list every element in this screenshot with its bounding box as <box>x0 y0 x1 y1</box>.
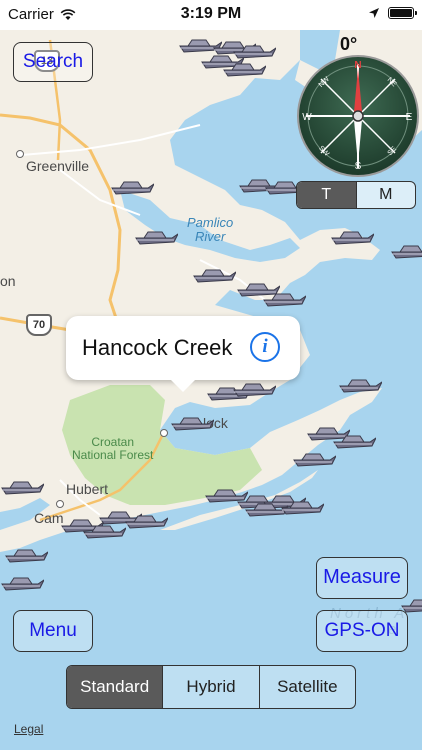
spot-callout[interactable]: Hancock Creek i <box>66 316 300 392</box>
boat-marker-icon[interactable] <box>4 546 48 564</box>
park-croatan-line2: National Forest <box>72 448 154 462</box>
map-type-hybrid[interactable]: Hybrid <box>162 666 258 708</box>
greenville-marker <box>16 150 24 158</box>
havelock-marker <box>160 429 168 437</box>
compass-icon: N S E W NE NW SE SW <box>297 55 419 177</box>
compass-n: N <box>354 60 361 71</box>
boat-marker-icon[interactable] <box>222 60 266 78</box>
boat-marker-icon[interactable] <box>338 376 382 394</box>
map-type-satellite[interactable]: Satellite <box>258 666 355 708</box>
place-hubert: Hubert <box>66 481 109 497</box>
boat-marker-icon[interactable] <box>124 512 168 530</box>
info-icon[interactable]: i <box>250 332 280 362</box>
boat-marker-icon[interactable] <box>192 266 236 284</box>
legal-link[interactable]: Legal <box>14 722 43 736</box>
search-button[interactable]: Search <box>13 42 93 82</box>
boat-marker-icon[interactable] <box>110 178 154 196</box>
callout-title: Hancock Creek <box>82 335 233 360</box>
boat-marker-icon[interactable] <box>330 228 374 246</box>
compass-w: W <box>302 112 312 123</box>
toggle-magnetic[interactable]: M <box>355 182 416 208</box>
toggle-true[interactable]: T <box>297 182 356 208</box>
gps-button[interactable]: GPS-ON <box>316 610 408 652</box>
menu-button[interactable]: Menu <box>13 610 93 652</box>
water-pamlico-river: Pamlico River <box>187 216 233 244</box>
compass-heading: 0° <box>340 34 358 54</box>
compass-widget: N S E W NE NW SE SW <box>296 54 420 178</box>
status-right <box>368 7 417 19</box>
map-type-selector: Standard Hybrid Satellite <box>66 665 356 709</box>
true-magnetic-toggle: T M <box>296 181 416 209</box>
compass-e: E <box>406 112 413 123</box>
boat-marker-icon[interactable] <box>0 574 44 592</box>
boat-marker-icon[interactable] <box>262 290 306 308</box>
boat-marker-icon[interactable] <box>232 380 276 398</box>
status-time: 3:19 PM <box>180 5 242 22</box>
boat-marker-icon[interactable] <box>280 498 324 516</box>
us-70-shield: 70 <box>26 314 52 336</box>
place-greenville: Greenville <box>26 158 90 174</box>
compass-s: S <box>355 161 362 172</box>
boat-marker-icon[interactable] <box>390 242 422 260</box>
boat-marker-icon[interactable] <box>0 478 44 496</box>
boat-marker-icon[interactable] <box>292 450 336 468</box>
park-croatan: Croatan National Forest <box>72 436 153 462</box>
location-arrow-icon <box>369 8 379 18</box>
boat-marker-icon[interactable] <box>332 432 376 450</box>
hubert-marker <box>56 500 64 508</box>
battery-icon <box>388 7 417 19</box>
boat-marker-icon[interactable] <box>170 414 214 432</box>
measure-button[interactable]: Measure <box>316 557 408 599</box>
water-pamlico-line1: Pamlico <box>187 215 234 230</box>
boat-marker-icon[interactable] <box>134 228 178 246</box>
place-on-partial: on <box>0 273 16 289</box>
water-pamlico-line2: River <box>194 229 226 244</box>
map-type-standard[interactable]: Standard <box>67 666 163 708</box>
status-bar: Carrier 3:19 PM <box>0 0 422 30</box>
